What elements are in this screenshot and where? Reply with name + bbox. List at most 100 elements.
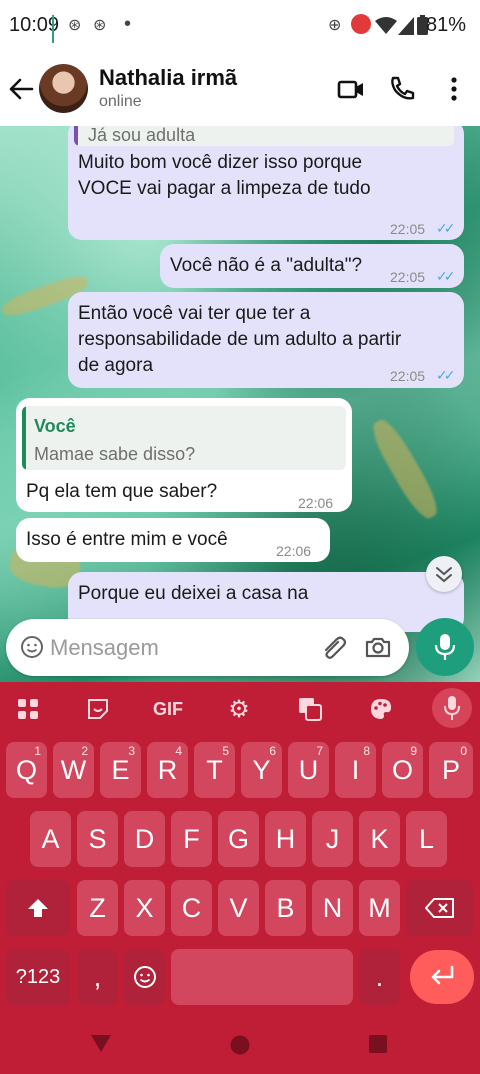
- key-j[interactable]: J: [312, 811, 353, 867]
- palette-icon[interactable]: [361, 692, 401, 726]
- space-key[interactable]: [171, 949, 353, 1005]
- period-key[interactable]: .: [359, 949, 400, 1005]
- settings-gear-icon[interactable]: ⚙: [219, 692, 259, 726]
- key-r[interactable]: R4: [147, 742, 188, 798]
- key-b[interactable]: B: [265, 880, 306, 936]
- key-a[interactable]: A: [30, 811, 71, 867]
- key-x[interactable]: X: [124, 880, 165, 936]
- message-text: Pq ela tem que saber?: [26, 481, 218, 502]
- key-f[interactable]: F: [171, 811, 212, 867]
- video-call-icon[interactable]: [336, 74, 366, 104]
- message-bubble-outgoing[interactable]: Já sou adulta Muito bom você dizer isso …: [68, 126, 464, 240]
- message-text: Porque eu deixei a casa na: [78, 583, 309, 604]
- message-bubble-outgoing[interactable]: Você não é a "adulta"? 22:05 ✓✓: [160, 244, 464, 288]
- key-k[interactable]: K: [359, 811, 400, 867]
- phone-call-icon[interactable]: [387, 74, 417, 104]
- key-l[interactable]: L: [406, 811, 447, 867]
- wifi-icon: [375, 17, 397, 34]
- message-time: 22:05: [390, 221, 426, 237]
- quote-bar: [74, 126, 78, 146]
- key-u[interactable]: U7: [288, 742, 329, 798]
- nav-recents-icon[interactable]: [369, 1035, 387, 1053]
- signal-icon: [398, 17, 414, 35]
- shift-key[interactable]: [6, 880, 70, 936]
- battery-percentage: 81%: [425, 14, 466, 36]
- microphone-icon: [434, 634, 456, 660]
- quoted-message[interactable]: Já sou adulta: [74, 126, 454, 146]
- key-h[interactable]: H: [265, 811, 306, 867]
- message-time: 22:06: [276, 543, 312, 559]
- contact-status: online: [99, 93, 142, 110]
- read-receipt-icon: ✓✓: [436, 268, 456, 284]
- message-composer[interactable]: [6, 619, 409, 676]
- message-text: Então você vai ter que ter a: [78, 303, 311, 324]
- keyboard-voice-button[interactable]: [432, 688, 472, 728]
- enter-arrow-icon: [431, 965, 454, 985]
- backspace-icon: [424, 898, 454, 918]
- quoted-author: Você: [34, 416, 76, 436]
- scroll-to-bottom-button[interactable]: [426, 556, 462, 592]
- key-s[interactable]: S: [77, 811, 118, 867]
- wallpaper-decoration: [366, 414, 444, 524]
- quoted-message[interactable]: Você Mamae sabe disso?: [22, 406, 346, 470]
- camera-icon[interactable]: [364, 633, 392, 661]
- translate-icon[interactable]: [290, 692, 330, 726]
- backspace-key[interactable]: [406, 880, 473, 936]
- read-receipt-icon: ✓✓: [436, 220, 456, 236]
- key-n[interactable]: N: [312, 880, 353, 936]
- microphone-icon: [444, 696, 460, 720]
- key-q[interactable]: Q1: [6, 742, 47, 798]
- message-text: de agora: [78, 355, 154, 376]
- keyboard: GIF ⚙ Q1 W2 E3 R4 T5 Y6 U7 I8 O9 P0 A S …: [0, 682, 480, 1074]
- notification-icon: ⊛: [68, 17, 82, 34]
- recording-icon: [351, 14, 371, 34]
- emoji-icon[interactable]: [20, 635, 44, 659]
- key-w[interactable]: W2: [53, 742, 94, 798]
- key-i[interactable]: I8: [335, 742, 376, 798]
- key-c[interactable]: C: [171, 880, 212, 936]
- enter-key[interactable]: [410, 950, 474, 1004]
- sticker-icon[interactable]: [78, 692, 118, 726]
- key-o[interactable]: O9: [382, 742, 423, 798]
- voice-message-button[interactable]: [416, 618, 474, 676]
- nav-back-icon[interactable]: [90, 1034, 112, 1054]
- data-saver-icon: ⊕: [328, 17, 342, 34]
- symbols-key[interactable]: ?123: [6, 949, 70, 1005]
- message-time: 22:06: [298, 495, 334, 511]
- message-text: Muito bom você dizer isso porque: [78, 152, 363, 173]
- nav-home-icon[interactable]: [229, 1034, 251, 1056]
- attach-icon[interactable]: [318, 633, 348, 663]
- shift-icon: [28, 899, 48, 917]
- status-bar: 10:09 ⊛ ⊛ • ⊕ 81%: [0, 0, 480, 52]
- gif-button[interactable]: GIF: [148, 692, 188, 726]
- back-arrow-icon[interactable]: [8, 74, 34, 104]
- message-text: Você não é a "adulta"?: [170, 255, 363, 276]
- dot-icon: •: [124, 13, 132, 35]
- notification-icon: ⊛: [93, 17, 107, 34]
- key-p[interactable]: P0: [429, 742, 473, 798]
- more-options-icon[interactable]: [439, 74, 469, 104]
- key-v[interactable]: V: [218, 880, 259, 936]
- key-e[interactable]: E3: [100, 742, 141, 798]
- message-bubble-incoming[interactable]: Você Mamae sabe disso? Pq ela tem que sa…: [16, 398, 352, 512]
- key-t[interactable]: T5: [194, 742, 235, 798]
- emoji-key[interactable]: [124, 949, 165, 1005]
- quote-bar: [22, 406, 26, 470]
- message-bubble-outgoing[interactable]: Então você vai ter que ter a responsabil…: [68, 292, 464, 388]
- message-text: Isso é entre mim e você: [26, 529, 228, 550]
- message-bubble-incoming[interactable]: Isso é entre mim e você 22:06: [16, 518, 330, 562]
- key-m[interactable]: M: [359, 880, 400, 936]
- message-time: 22:05: [390, 269, 426, 285]
- comma-key[interactable]: ,: [77, 949, 118, 1005]
- text-cursor: [52, 15, 54, 43]
- key-y[interactable]: Y6: [241, 742, 282, 798]
- contact-name[interactable]: Nathalia irmã: [99, 65, 237, 91]
- apps-grid-icon[interactable]: [8, 692, 48, 726]
- message-input[interactable]: [50, 629, 300, 667]
- message-text: responsabilidade de um adulto a partir: [78, 329, 402, 350]
- key-g[interactable]: G: [218, 811, 259, 867]
- avatar[interactable]: [39, 64, 88, 113]
- key-z[interactable]: Z: [77, 880, 118, 936]
- chat-message-list[interactable]: Já sou adulta Muito bom você dizer isso …: [0, 126, 480, 682]
- key-d[interactable]: D: [124, 811, 165, 867]
